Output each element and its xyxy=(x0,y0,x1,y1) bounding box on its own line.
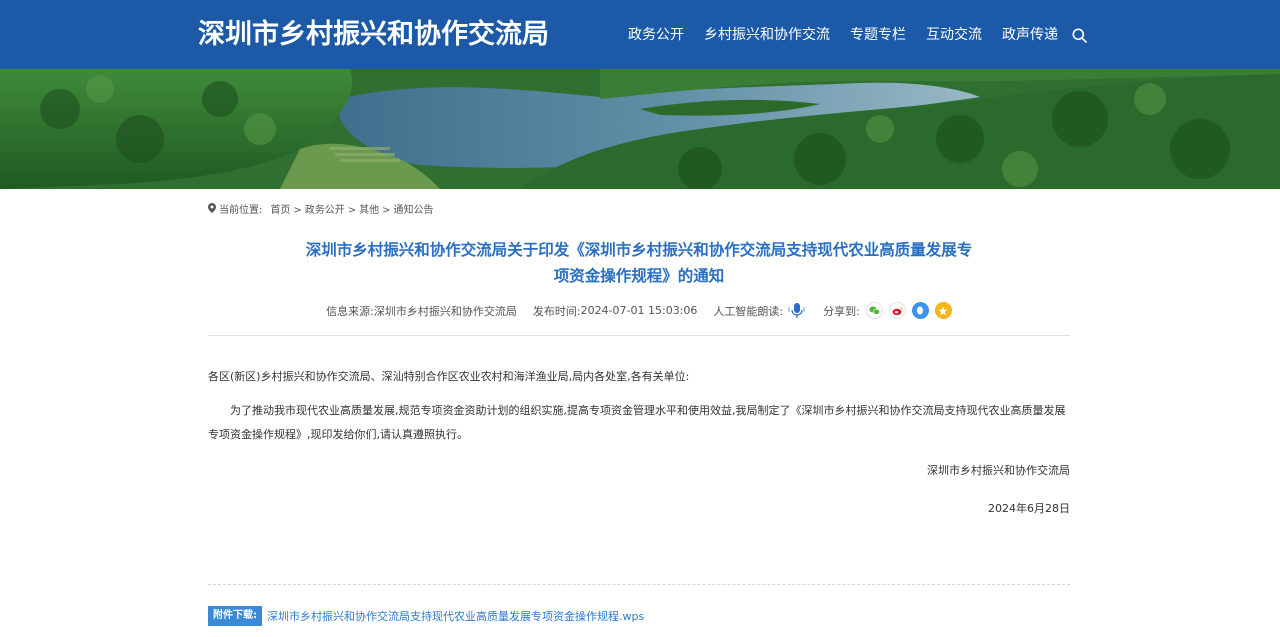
article-title-line-2: 项资金操作规程》的通知 xyxy=(553,267,725,285)
qq-icon[interactable] xyxy=(911,302,929,319)
article-container: 当前位置: 首页 > 政务公开 > 其他 > 通知公告 深圳市乡村振兴和协作交流… xyxy=(208,189,1070,637)
breadcrumb-gov-affairs[interactable]: 政务公开 xyxy=(305,204,345,218)
title-divider xyxy=(208,335,1070,336)
attachment-divider xyxy=(208,584,1070,585)
publish-time-info: 发布时间: 2024-07-01 15:03:06 xyxy=(533,303,698,319)
nav-item-interaction[interactable]: 互动交流 xyxy=(926,24,982,46)
source-value: 深圳市乡村振兴和协作交流局 xyxy=(373,304,517,318)
breadcrumb-home[interactable]: 首页 xyxy=(270,204,290,218)
article-title-line-1: 深圳市乡村振兴和协作交流局关于印发《深圳市乡村振兴和协作交流局支持现代农业高质量… xyxy=(305,241,973,259)
ai-read-label: 人工智能朗读: xyxy=(713,304,784,318)
nav-item-special-topics[interactable]: 专题专栏 xyxy=(850,24,906,46)
attachment-download-link[interactable]: 深圳市乡村振兴和协作交流局支持现代农业高质量发展专项资金操作规程.wps xyxy=(267,608,644,624)
main-paragraph: 为了推动我市现代农业高质量发展,规范专项资金资助计划的组织实施,提高专项资金管理… xyxy=(208,404,1066,441)
source-label: 信息来源: xyxy=(326,304,374,318)
attachment-label: 附件下载: xyxy=(208,606,262,626)
banner-image xyxy=(0,69,1280,189)
breadcrumb: 当前位置: 首页 > 政务公开 > 其他 > 通知公告 xyxy=(208,203,434,218)
article-meta: 信息来源: 深圳市乡村振兴和协作交流局 发布时间: 2024-07-01 15:… xyxy=(208,302,1070,319)
publish-time-value: 2024-07-01 15:03:06 xyxy=(580,304,698,317)
search-icon[interactable] xyxy=(1072,28,1087,43)
issue-date: 2024年6月28日 xyxy=(988,502,1070,515)
breadcrumb-separator: > xyxy=(347,204,357,216)
nav-item-voice[interactable]: 政声传递 xyxy=(1002,24,1058,46)
attachment-section: 附件下载: 深圳市乡村振兴和协作交流局支持现代农业高质量发展专项资金操作规程.w… xyxy=(208,606,644,626)
ai-read-info: 人工智能朗读: xyxy=(713,302,807,319)
publish-time-label: 发布时间: xyxy=(532,304,581,318)
site-header: 深圳市乡村振兴和协作交流局 政务公开 乡村振兴和协作交流 专题专栏 互动交流 政… xyxy=(0,0,1280,69)
share-info: 分享到: xyxy=(823,302,952,319)
breadcrumb-notice[interactable]: 通知公告 xyxy=(394,204,434,218)
location-pin-icon xyxy=(208,203,216,218)
site-title[interactable]: 深圳市乡村振兴和协作交流局 xyxy=(198,17,549,53)
breadcrumb-prefix: 当前位置: xyxy=(219,204,263,216)
nav-item-gov-affairs[interactable]: 政务公开 xyxy=(628,24,684,46)
breadcrumb-separator: > xyxy=(293,204,302,216)
nav-item-rural-revitalization[interactable]: 乡村振兴和协作交流 xyxy=(704,24,830,46)
share-label: 分享到: xyxy=(823,304,860,318)
article-title: 深圳市乡村振兴和协作交流局关于印发《深圳市乡村振兴和协作交流局支持现代农业高质量… xyxy=(208,237,1070,289)
weibo-icon[interactable] xyxy=(888,302,906,319)
main-nav: 政务公开 乡村振兴和协作交流 专题专栏 互动交流 政声传递 xyxy=(628,24,1087,46)
qzone-icon[interactable] xyxy=(934,302,952,319)
microphone-icon[interactable] xyxy=(787,302,807,319)
wechat-icon[interactable] xyxy=(865,302,883,319)
breadcrumb-separator: > xyxy=(382,204,391,216)
breadcrumb-other[interactable]: 其他 xyxy=(359,204,379,218)
signature: 深圳市乡村振兴和协作交流局 xyxy=(927,464,1070,477)
salutation: 各区(新区)乡村振兴和协作交流局、深汕特别合作区农业农村和海洋渔业局,局内各处室… xyxy=(208,370,690,383)
source-info: 信息来源: 深圳市乡村振兴和协作交流局 xyxy=(326,303,517,319)
